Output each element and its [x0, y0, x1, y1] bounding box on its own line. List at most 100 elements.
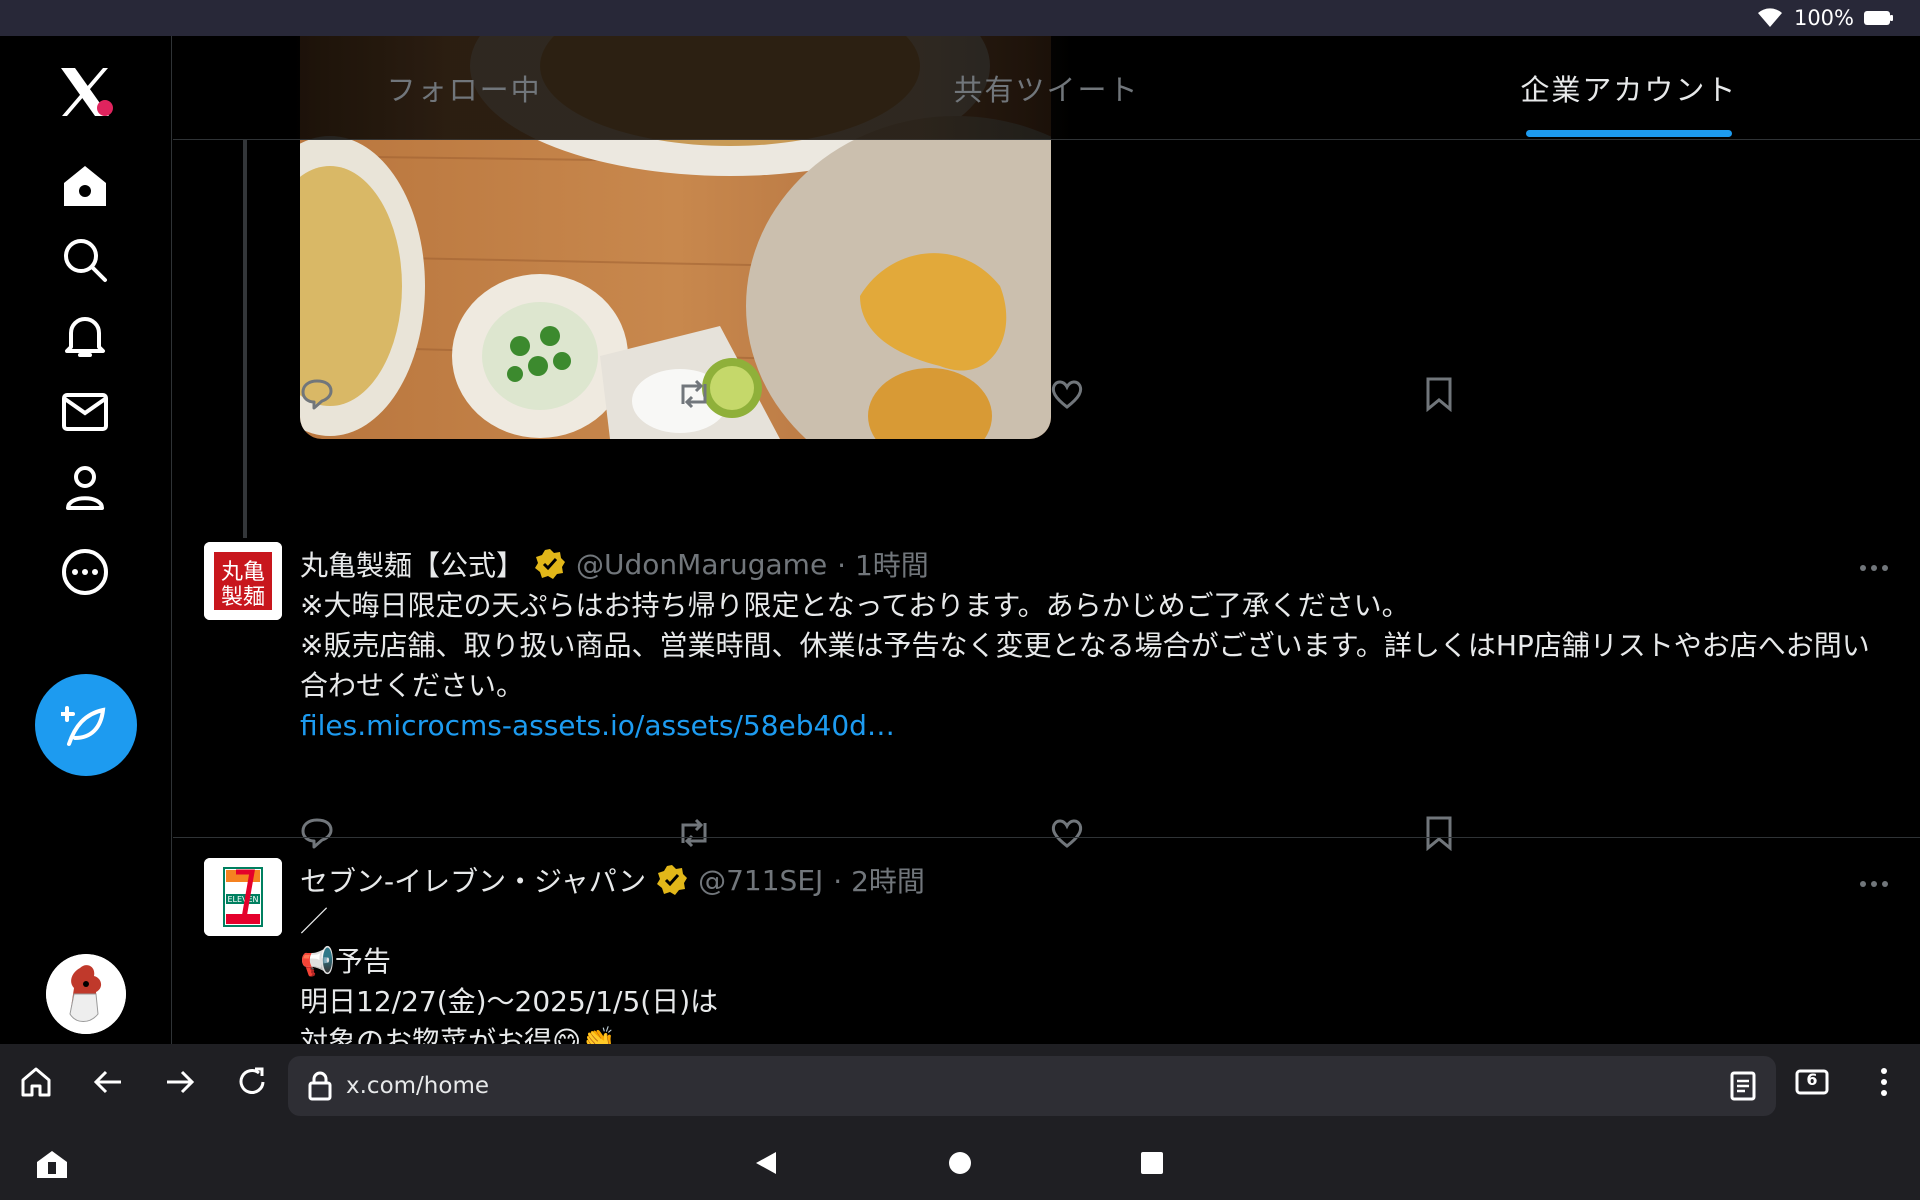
- tab-following[interactable]: フォロー中: [173, 36, 755, 139]
- x-logo-icon: [61, 68, 113, 116]
- tab-shared-tweets[interactable]: 共有ツイート: [755, 36, 1337, 139]
- more-horizontal-icon: [1860, 881, 1888, 887]
- nav-messages[interactable]: [53, 380, 117, 444]
- heart-icon: [1051, 819, 1083, 848]
- x-logo-button[interactable]: [53, 60, 117, 124]
- tab-label: 企業アカウント: [1520, 72, 1738, 107]
- timeline-tabs: フォロー中 共有ツイート 企業アカウント: [173, 36, 1920, 140]
- bookmark-icon: [1426, 816, 1452, 851]
- wifi-icon: [1757, 8, 1782, 27]
- launcher-shortcut-button[interactable]: [34, 1148, 70, 1184]
- square-recents-icon: [1141, 1152, 1163, 1174]
- retweet-icon: [681, 379, 707, 409]
- tweet-seven-eleven[interactable]: ELEVEN セブン-イレブン・ジャパン @711SEJ · 2時間 ／ 📢予告…: [173, 858, 1920, 1044]
- nav-profile[interactable]: [53, 456, 117, 520]
- retweet-button[interactable]: [675, 808, 1050, 858]
- display-name[interactable]: 丸亀製麺【公式】: [300, 544, 524, 584]
- tweet-time[interactable]: · 1時間: [837, 544, 929, 584]
- compose-post-button[interactable]: [35, 674, 137, 776]
- seven-eleven-logo-icon: ELEVEN: [204, 858, 282, 936]
- browser-home-button[interactable]: [0, 1052, 72, 1112]
- person-icon: [66, 466, 104, 510]
- url-text[interactable]: x.com/home: [346, 1073, 489, 1099]
- tweet-more-button[interactable]: [1852, 864, 1896, 904]
- account-avatar[interactable]: [46, 954, 126, 1034]
- nav-search[interactable]: [53, 228, 117, 292]
- home-outline-icon: [21, 1067, 51, 1097]
- user-handle[interactable]: @UdonMarugame: [576, 548, 827, 581]
- browser-menu-button[interactable]: [1848, 1052, 1920, 1112]
- nav-back-button[interactable]: [752, 1150, 778, 1180]
- arrow-left-icon: [93, 1070, 121, 1094]
- verified-badge-icon: [535, 549, 566, 579]
- tweet-line: ※販売店舗、取り扱い商品、営業時間、休業は予告なく変更となる場合がございます。詳…: [300, 629, 1870, 702]
- home-icon: [64, 166, 106, 206]
- triangle-back-icon: [756, 1152, 776, 1174]
- tweet-text: ／ 📢予告 明日12/27(金)〜2025/1/5(日)は 対象のお惣菜がお得😋…: [300, 902, 1890, 1044]
- rooster-avatar-icon: [46, 954, 126, 1034]
- display-name[interactable]: セブン-イレブン・ジャパン: [300, 860, 646, 900]
- browser-forward-button[interactable]: [144, 1052, 216, 1112]
- svg-text:製麺: 製麺: [221, 585, 265, 610]
- tweet-divider: [173, 837, 1920, 838]
- tab-label: フォロー中: [386, 72, 542, 107]
- nav-notifications[interactable]: [53, 304, 117, 368]
- nav-home[interactable]: [53, 154, 117, 218]
- active-tab-indicator: [1525, 130, 1732, 137]
- kebab-menu-icon: [1881, 1068, 1887, 1096]
- compose-feather-icon: [61, 706, 106, 746]
- marugame-logo-icon: 丸亀製麺: [204, 542, 282, 620]
- user-handle[interactable]: @711SEJ: [698, 864, 823, 897]
- sidebar-nav: [0, 36, 172, 1044]
- tweet-line: ／: [300, 905, 329, 938]
- tweet-line: 対象のお惣菜がお得😋👏: [300, 1025, 617, 1044]
- retweet-button[interactable]: [675, 369, 1050, 419]
- reader-mode-icon[interactable]: [1730, 1071, 1756, 1101]
- bookmark-button[interactable]: [1425, 369, 1453, 419]
- like-button[interactable]: [1050, 369, 1425, 419]
- more-circle-icon: [62, 549, 108, 595]
- bookmark-icon: [1426, 377, 1452, 412]
- avatar-text: ELEVEN: [227, 895, 258, 904]
- tweet-avatar[interactable]: ELEVEN: [204, 858, 282, 936]
- bell-icon: [65, 317, 105, 357]
- reply-button[interactable]: [300, 808, 675, 858]
- arrow-right-icon: [167, 1070, 195, 1094]
- tweet-line: 明日12/27(金)〜2025/1/5(日)は: [300, 985, 719, 1018]
- tweet-header: 丸亀製麺【公式】 @UdonMarugame · 1時間: [300, 544, 929, 584]
- nav-recents-button[interactable]: [1140, 1151, 1164, 1179]
- tweet-line: ※大晦日限定の天ぷらはお持ち帰り限定となっております。あらかじめご了承ください。: [300, 589, 1410, 622]
- tab-count: 6: [1806, 1070, 1818, 1089]
- tweet-text: ※大晦日限定の天ぷらはお持ち帰り限定となっております。あらかじめご了承ください。…: [300, 586, 1890, 746]
- tweet-header: セブン-イレブン・ジャパン @711SEJ · 2時間: [300, 860, 925, 900]
- bookmark-button[interactable]: [1425, 808, 1453, 858]
- tweet-more-button[interactable]: [1852, 548, 1896, 588]
- mail-icon: [62, 393, 108, 431]
- reply-icon: [301, 818, 333, 849]
- circle-home-icon: [949, 1152, 971, 1174]
- tweet-link[interactable]: files.microcms-assets.io/assets/58eb40d…: [300, 706, 1890, 746]
- battery-icon: [1864, 11, 1893, 25]
- reply-icon: [301, 379, 333, 410]
- lock-icon: [308, 1071, 332, 1101]
- tab-company-accounts[interactable]: 企業アカウント: [1338, 36, 1920, 139]
- address-bar[interactable]: x.com/home: [288, 1056, 1776, 1116]
- svg-text:丸亀: 丸亀: [221, 560, 265, 585]
- reply-button[interactable]: [300, 369, 675, 419]
- more-horizontal-icon: [1860, 565, 1888, 571]
- tweet-marugame[interactable]: 丸亀 製麺 丸亀製麺【公式】 @UdonMarugame · 1時間 ※大晦日限定…: [173, 542, 1920, 872]
- browser-back-button[interactable]: [72, 1052, 144, 1112]
- retweet-icon: [681, 818, 707, 848]
- nav-home-button[interactable]: [947, 1150, 973, 1180]
- nav-more[interactable]: [53, 540, 117, 604]
- tweet-time[interactable]: · 2時間: [833, 860, 925, 900]
- browser-toolbar: x.com/home 6: [0, 1044, 1920, 1120]
- tweet-actions: [300, 808, 1550, 858]
- battery-percent: 100%: [1793, 6, 1854, 30]
- tweet-actions: [300, 369, 1550, 419]
- tabs-count-button[interactable]: 6: [1776, 1052, 1848, 1112]
- browser-reload-button[interactable]: [216, 1052, 288, 1112]
- tab-label: 共有ツイート: [953, 72, 1140, 107]
- like-button[interactable]: [1050, 808, 1425, 858]
- tweet-avatar[interactable]: 丸亀 製麺: [204, 542, 282, 620]
